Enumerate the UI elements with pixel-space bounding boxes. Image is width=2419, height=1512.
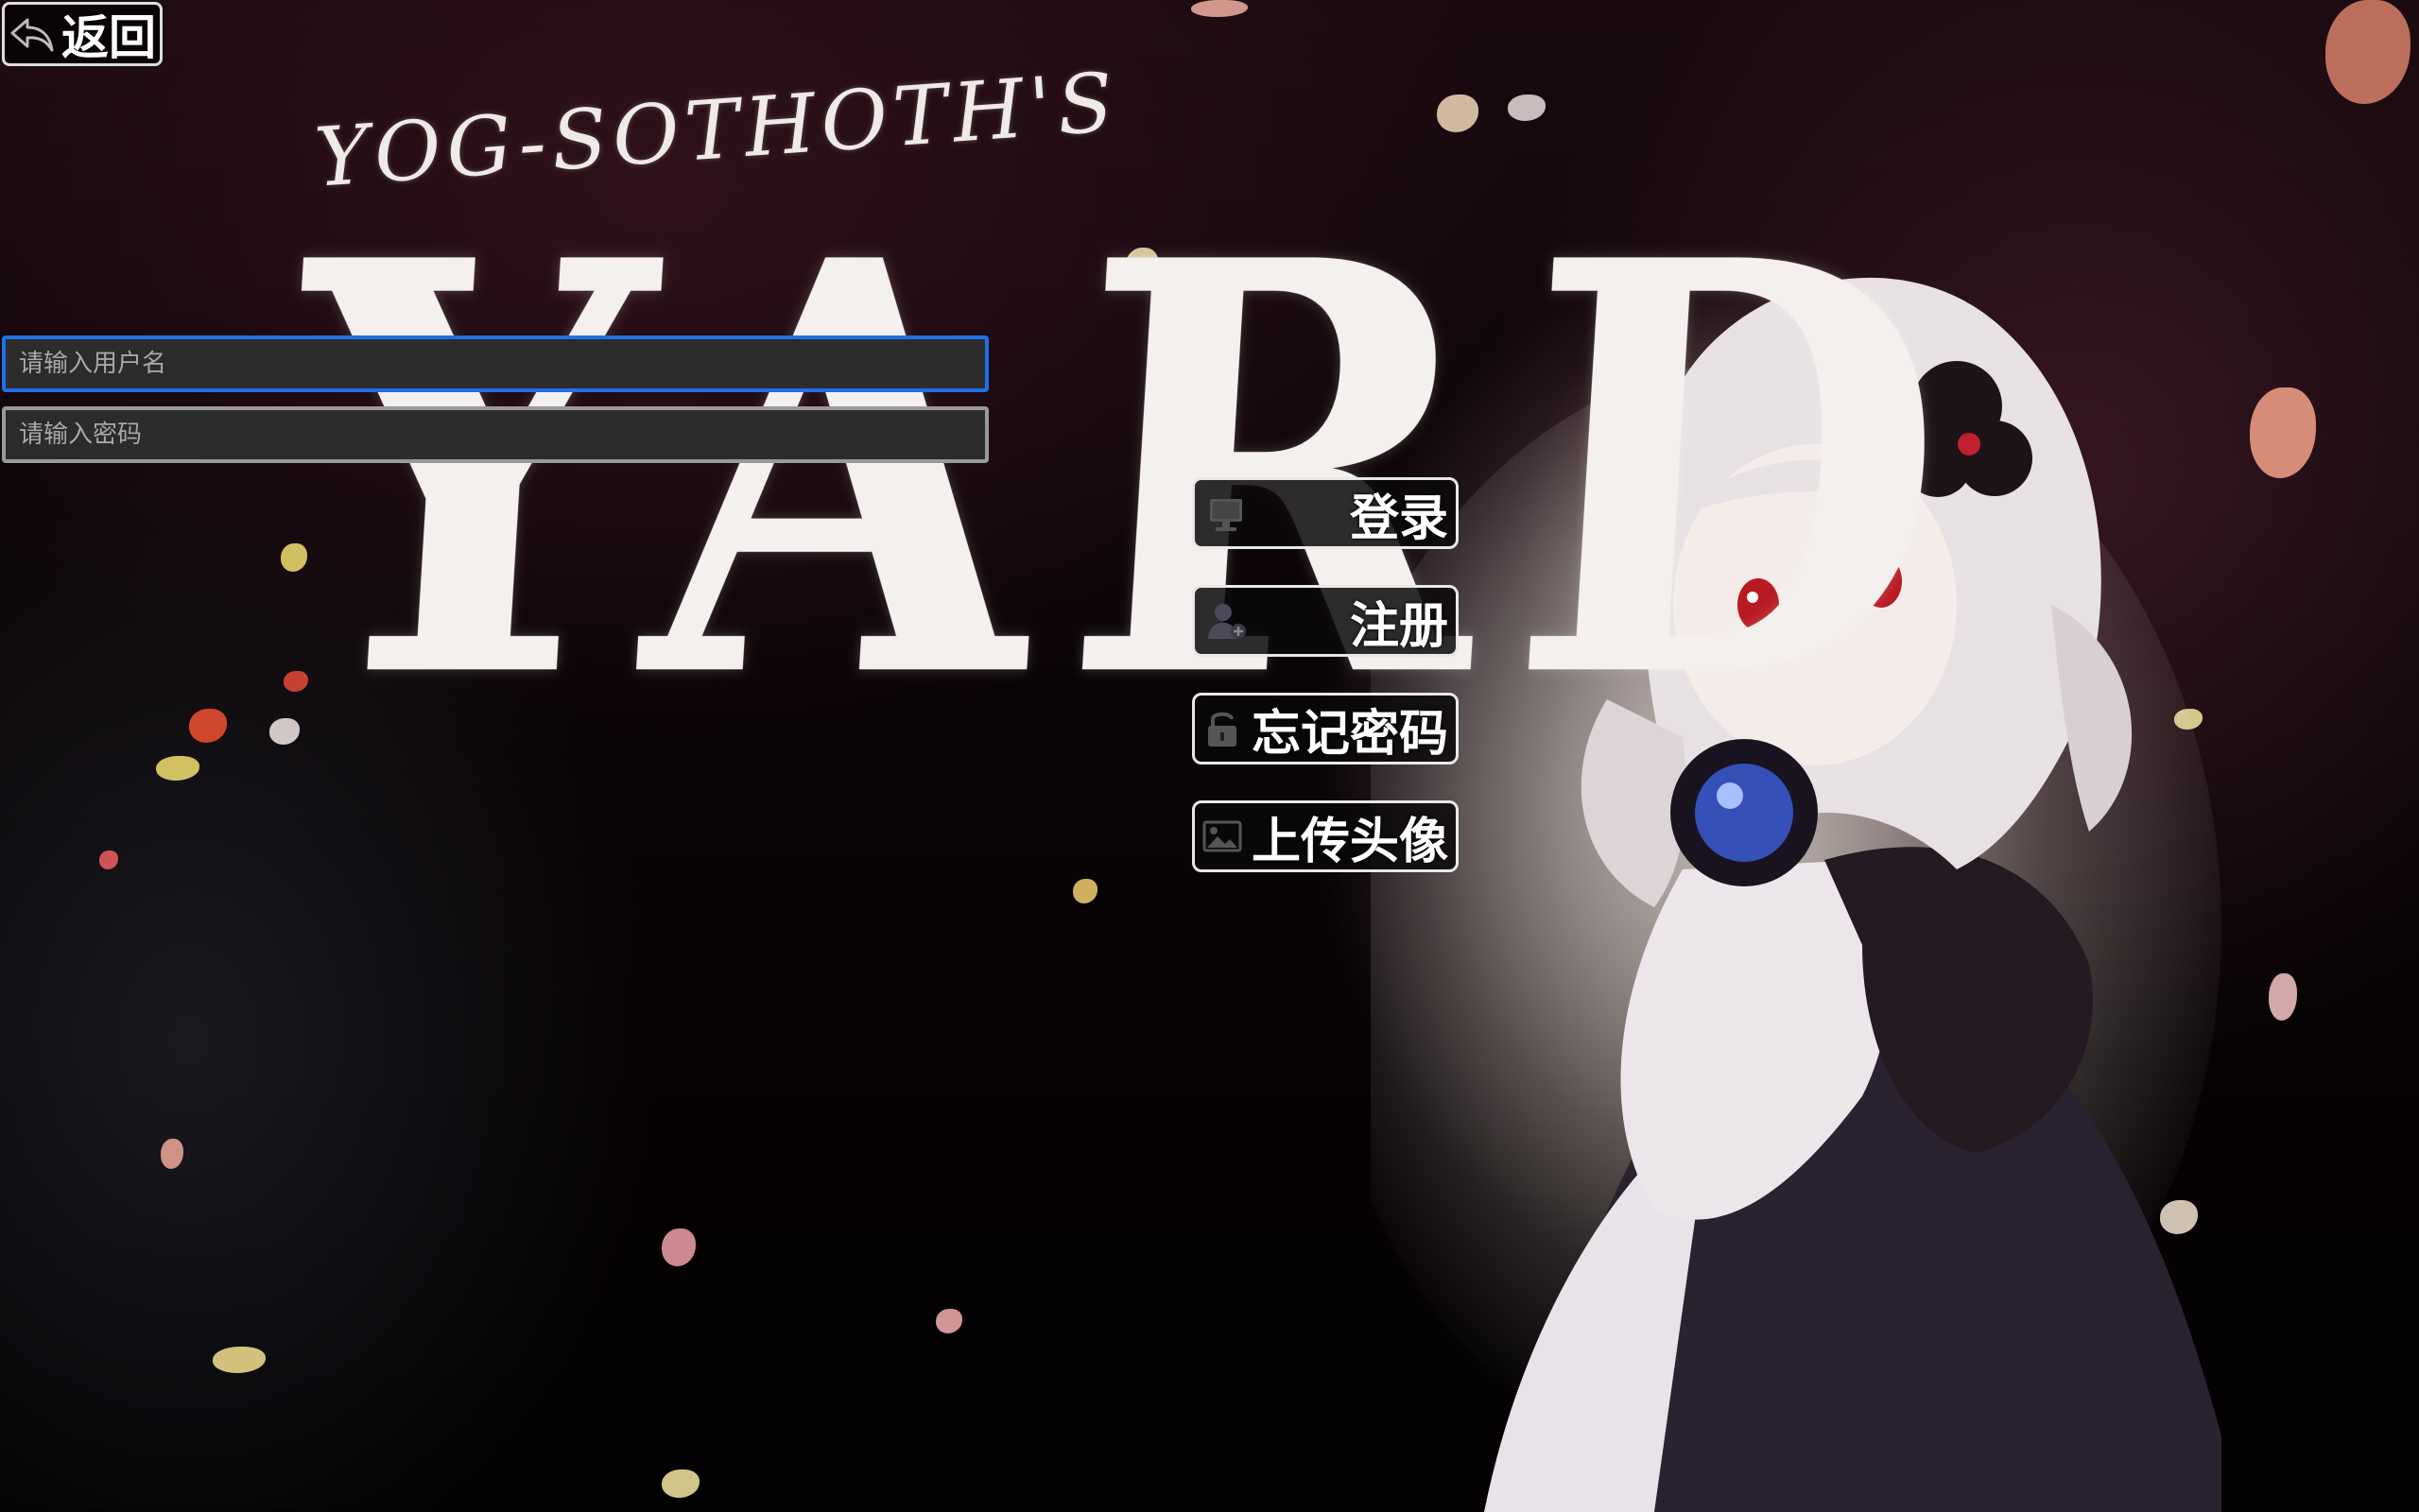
computer-icon [1210,499,1242,531]
username-input[interactable] [2,335,989,392]
lock-icon [1208,712,1236,747]
register-button-label: 注册 [1349,597,1448,655]
undo-arrow-icon [10,18,54,52]
forgot-password-button-label: 忘记密码 [1252,705,1449,763]
login-button[interactable]: 登录 [1192,477,1459,549]
upload-avatar-button[interactable]: 上传头像 [1192,800,1459,872]
password-input[interactable] [2,406,989,463]
upload-avatar-button-label: 上传头像 [1252,813,1449,870]
add-user-icon [1208,604,1246,639]
image-icon [1202,820,1242,852]
login-button-label: 登录 [1349,490,1448,547]
back-button-label: 返回 [61,10,156,65]
back-button[interactable]: 返回 [2,2,163,66]
register-button[interactable]: 注册 [1192,585,1459,657]
forgot-password-button[interactable]: 忘记密码 [1192,693,1459,765]
game-logo-title: YARD [274,139,2002,803]
